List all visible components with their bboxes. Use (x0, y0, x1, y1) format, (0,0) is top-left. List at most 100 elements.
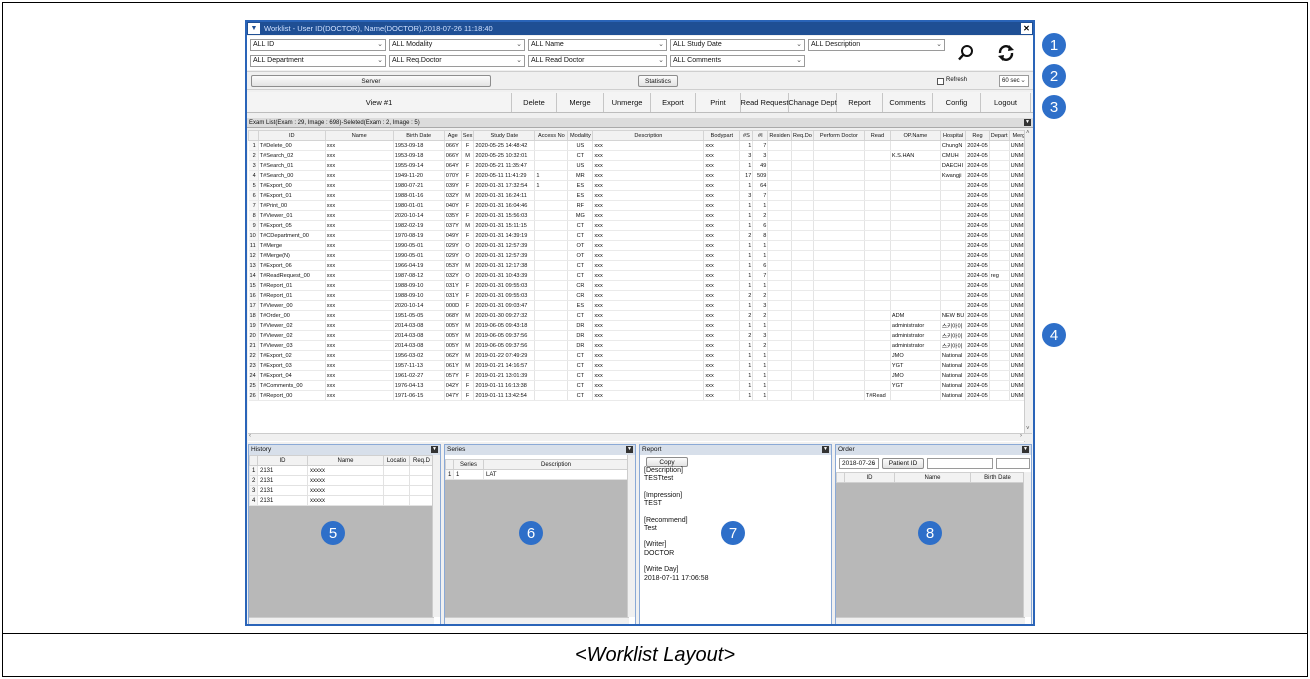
table-row[interactable]: 4 2131 xxxxx (249, 495, 434, 506)
column-header[interactable]: #S (739, 130, 754, 141)
column-header[interactable]: Age (443, 130, 462, 141)
exam-horizontal-scrollbar[interactable]: ‹ › (248, 433, 1032, 441)
table-row[interactable]: 17 T#Viewer_00 xxx 2020-10-14 000D F 2020-01-3… (248, 300, 1030, 311)
column-header[interactable]: Name (307, 455, 384, 466)
history-horizontal-scrollbar[interactable] (249, 617, 434, 624)
delete-button[interactable]: Delete (512, 93, 557, 112)
column-header[interactable]: Access No (534, 130, 569, 141)
change-dept-button[interactable]: Chanage Dept (788, 93, 837, 112)
order-vertical-scrollbar[interactable] (1023, 472, 1031, 617)
table-row[interactable]: 1 2131 xxxxx (249, 465, 434, 476)
title-bar[interactable]: ▼ Worklist - User ID(DOCTOR), Name(DOCTO… (247, 22, 1033, 35)
table-row[interactable]: 9 T#Export_05 xxx 1982-02-19 037Y M 2020-01-31… (248, 220, 1030, 231)
column-header[interactable]: Modality (567, 130, 594, 141)
column-header[interactable] (249, 455, 258, 466)
read-request-button[interactable]: Read Request (741, 93, 789, 112)
column-header[interactable] (248, 130, 259, 141)
table-row[interactable]: 11 T#Merge xxx 1990-05-01 029Y O 2020-01-31 12… (248, 240, 1030, 251)
table-row[interactable]: 19 T#Viewer_02 xxx 2014-03-08 005Y M 2019-06-0… (248, 320, 1030, 331)
exam-vertical-scrollbar[interactable]: ˄ ˅ (1024, 130, 1032, 442)
column-header[interactable] (445, 459, 454, 470)
scroll-down-icon[interactable]: ˅ (1026, 426, 1030, 432)
column-header[interactable]: Residen (767, 130, 792, 141)
column-header[interactable]: Name (894, 472, 971, 483)
refresh-interval-select[interactable]: 60 sec ⌄ (999, 75, 1029, 87)
column-header[interactable]: Perform Doctor (812, 130, 865, 141)
column-header[interactable]: Description (483, 459, 629, 470)
table-row[interactable]: 16 T#Report_01 xxx 1988-09-10 031Y F 2020-01-3… (248, 290, 1030, 301)
server-button[interactable]: Server (251, 75, 491, 87)
table-row[interactable]: 24 T#Export_04 xxx 1961-02-27 057Y F 2019-01-2… (248, 370, 1030, 381)
table-row[interactable]: 15 T#Report_01 xxx 1988-09-10 031Y F 2020-01-3… (248, 280, 1030, 291)
column-header[interactable]: Sex (460, 130, 475, 141)
report-button[interactable]: Report (837, 93, 883, 112)
column-header[interactable]: Req.Do (790, 130, 814, 141)
series-horizontal-scrollbar[interactable] (445, 617, 629, 624)
table-row[interactable]: 12 T#Merge(N) xxx 1990-05-01 029Y O 2020-01-31… (248, 250, 1030, 261)
id-filter[interactable]: ALL ID ⌄ (250, 39, 386, 51)
req-doctor-filter[interactable]: ALL Req.Doctor ⌄ (389, 55, 525, 67)
history-vertical-scrollbar[interactable] (432, 455, 440, 617)
column-header[interactable]: Hospital (939, 130, 967, 141)
table-row[interactable]: 5 T#Export_00 xxx 1980-07-21 039Y F 2020-01-31… (248, 180, 1030, 191)
patient-id-input[interactable] (927, 458, 993, 469)
scroll-right-icon[interactable]: › (1020, 433, 1022, 439)
close-icon[interactable]: ✕ (1021, 23, 1032, 34)
table-row[interactable]: 10 T#CDepartment_00 xxx 1970-08-19 049Y F 2020… (248, 230, 1030, 241)
table-row[interactable]: 14 T#ReadRequest_00 xxx 1987-08-12 032Y O 2020… (248, 270, 1030, 281)
column-header[interactable]: Req.D (409, 455, 434, 466)
export-button[interactable]: Export (651, 93, 696, 112)
modality-filter[interactable]: ALL Modality ⌄ (389, 39, 525, 51)
table-row[interactable]: 6 T#Export_01 xxx 1988-01-16 032Y M 2020-01-31… (248, 190, 1030, 201)
chevron-down-icon[interactable]: ▼ (431, 446, 438, 453)
chevron-down-icon[interactable]: ▼ (1024, 119, 1031, 126)
table-row[interactable]: 1 T#Delete_00 xxx 1953-09-18 066Y F 2020-05-25… (248, 140, 1030, 151)
print-button[interactable]: Print (696, 93, 741, 112)
order-search-input[interactable] (996, 458, 1030, 469)
column-header[interactable]: Depart (988, 130, 1010, 141)
comments-filter[interactable]: ALL Comments ⌄ (670, 55, 805, 67)
column-header[interactable]: Study Date (473, 130, 536, 141)
table-row[interactable]: 26 T#Report_00 xxx 1971-06-15 047Y F 2019-01-1… (248, 390, 1030, 401)
column-header[interactable]: Read (863, 130, 891, 141)
refresh-button[interactable] (992, 41, 1020, 65)
table-row[interactable]: 1 1 LAT (445, 469, 629, 480)
search-button[interactable] (952, 41, 980, 65)
table-row[interactable]: 21 T#Viewer_03 xxx 2014-03-08 005Y M 2019-06-0… (248, 340, 1030, 351)
patient-id-button[interactable]: Patient ID (882, 458, 924, 469)
column-header[interactable]: Name (324, 130, 394, 141)
table-row[interactable]: 4 T#Search_00 xxx 1949-11-20 070Y F 2020-05-11… (248, 170, 1030, 181)
statistics-button[interactable]: Statistics (638, 75, 678, 87)
unmerge-button[interactable]: Unmerge (604, 93, 651, 112)
view-button[interactable]: View #1 (247, 93, 512, 112)
column-header[interactable]: ID (257, 455, 308, 466)
table-row[interactable]: 13 T#Export_06 xxx 1966-04-19 053Y M 2020-01-3… (248, 260, 1030, 271)
column-header[interactable]: ID (257, 130, 326, 141)
scroll-left-icon[interactable]: ‹ (249, 433, 251, 439)
table-row[interactable]: 25 T#Comments_00 xxx 1976-04-13 042Y F 2019-01… (248, 380, 1030, 391)
logout-button[interactable]: Logout (981, 93, 1031, 112)
column-header[interactable]: Description (592, 130, 705, 141)
series-vertical-scrollbar[interactable] (627, 455, 635, 617)
column-header[interactable]: Series (453, 459, 484, 470)
description-filter[interactable]: ALL Description ⌄ (808, 39, 945, 51)
table-row[interactable]: 8 T#Viewer_01 xxx 2020-10-14 035Y F 2020-01-31… (248, 210, 1030, 221)
name-filter[interactable]: ALL Name ⌄ (528, 39, 667, 51)
scroll-up-icon[interactable]: ˄ (1026, 130, 1030, 136)
column-header[interactable]: Bodypart (703, 130, 741, 141)
read-doctor-filter[interactable]: ALL Read Doctor ⌄ (528, 55, 667, 67)
table-row[interactable]: 3 2131 xxxxx (249, 485, 434, 496)
study-date-filter[interactable]: ALL Study Date ⌄ (670, 39, 805, 51)
column-header[interactable]: Reg (965, 130, 990, 141)
copy-button[interactable]: Copy (646, 457, 688, 467)
column-header[interactable]: OP.Name (889, 130, 941, 141)
table-row[interactable]: 22 T#Export_02 xxx 1956-03-02 062Y M 2019-01-2… (248, 350, 1030, 361)
department-filter[interactable]: ALL Department ⌄ (250, 55, 386, 67)
config-button[interactable]: Config (933, 93, 981, 112)
table-row[interactable]: 2 2131 xxxxx (249, 475, 434, 486)
column-header[interactable]: #I (752, 130, 769, 141)
column-header[interactable]: Locatio (383, 455, 410, 466)
chevron-down-icon[interactable]: ▼ (626, 446, 633, 453)
table-row[interactable]: 18 T#Order_00 xxx 1951-05-05 068Y M 2020-01-30… (248, 310, 1030, 321)
window-menu-icon[interactable]: ▼ (248, 23, 260, 34)
